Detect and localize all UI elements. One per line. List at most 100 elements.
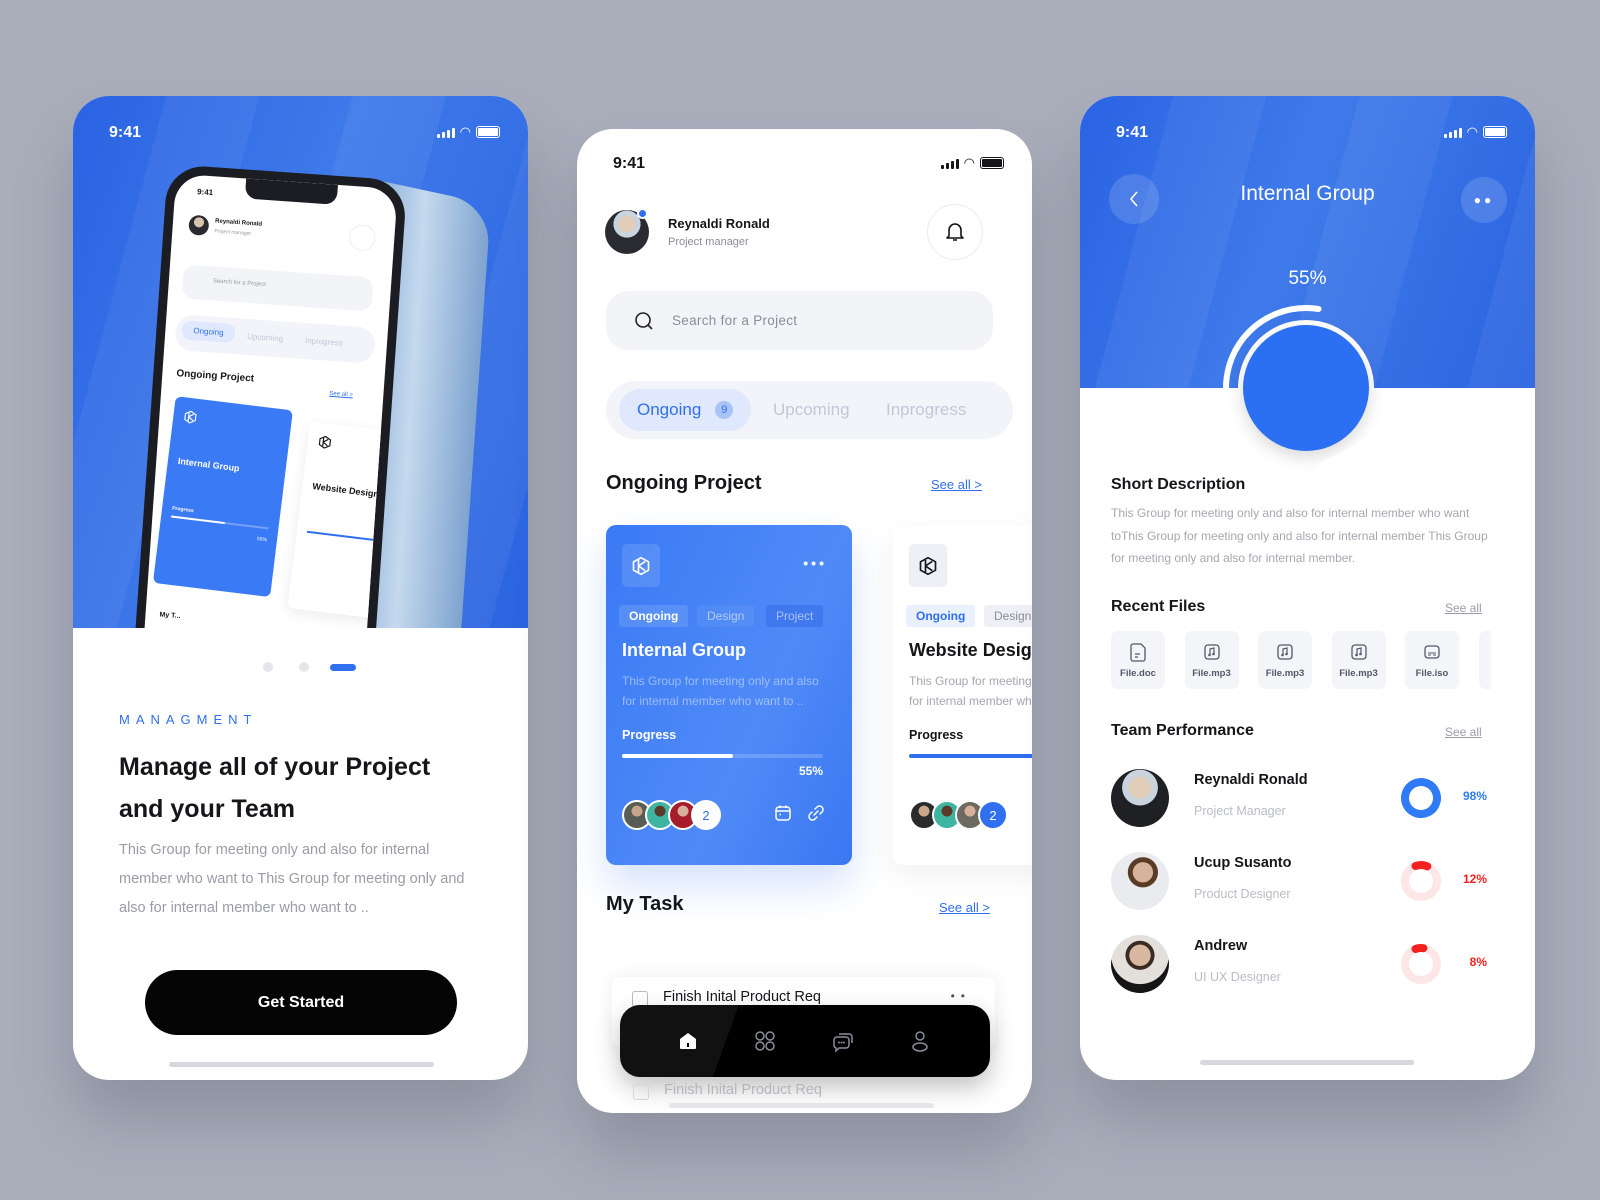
project-description: This Group for meeting only and also for …: [909, 671, 1032, 711]
bottom-navigation: [620, 1005, 990, 1077]
tag: Design: [697, 605, 755, 627]
performance-arc: [1401, 778, 1441, 818]
project-logo: [909, 544, 947, 587]
member-avatars[interactable]: 2: [909, 800, 1008, 830]
member-role: Project Manager: [1194, 804, 1286, 818]
bell-icon: [946, 223, 964, 241]
home-icon[interactable]: [676, 1029, 700, 1053]
status-icons: ◠: [940, 156, 1004, 169]
battery-icon: [980, 157, 1004, 169]
more-options-icon[interactable]: •••: [803, 555, 827, 571]
tab-ongoing[interactable]: Ongoing 9: [619, 389, 752, 431]
pager-dot[interactable]: [299, 662, 309, 672]
mockup-progress-text: 55%: [256, 536, 268, 544]
team-member-row[interactable]: Reynaldi Ronald Project Manager 98%: [1080, 769, 1535, 839]
user-role: Project manager: [668, 236, 749, 248]
member-name: Reynaldi Ronald: [1194, 772, 1308, 788]
progress-percent: 55%: [798, 764, 823, 778]
tag: Ongoing: [619, 605, 689, 627]
see-all-team-link[interactable]: See all: [1445, 725, 1482, 739]
search-placeholder: Search for a Project: [672, 313, 798, 328]
progress-bar: [909, 754, 1032, 758]
avatar: [1111, 769, 1169, 827]
project-logo: [622, 544, 660, 587]
profile-icon[interactable]: [908, 1029, 932, 1053]
see-all-tasks-link[interactable]: See all >: [939, 900, 990, 915]
description-line: This Group for meeting only and also: [622, 674, 819, 688]
pager-dot-active[interactable]: [330, 664, 356, 671]
music-file-icon: [1203, 643, 1220, 660]
signal-icon: [436, 128, 455, 138]
file-name: File.mp3: [1339, 667, 1378, 679]
search-input[interactable]: Search for a Project: [606, 291, 993, 350]
member-name: Andrew: [1194, 938, 1248, 954]
team-member-row[interactable]: Ucup Susanto Product Designer 12%: [1080, 852, 1535, 922]
wifi-icon: ◠: [459, 124, 471, 139]
team-member-row[interactable]: Andrew UI UX Designer 8%: [1080, 935, 1535, 1005]
section-title: Team Performance: [1111, 722, 1254, 739]
k-logo-icon: [918, 556, 938, 576]
tab-upcoming[interactable]: Upcoming: [773, 381, 850, 439]
chat-icon[interactable]: [831, 1029, 855, 1053]
file-tile[interactable]: File.doc: [1111, 631, 1165, 689]
file-tile[interactable]: File.iso: [1405, 631, 1459, 689]
project-card[interactable]: Ongoing Design Website Design This Group…: [893, 525, 1032, 865]
mockup-card-title: Internal Group: [177, 455, 241, 474]
status-icons: ◠: [436, 124, 500, 139]
project-tabs: Ongoing 9 Upcoming Inprogress: [606, 381, 1013, 439]
file-name: File.mp3: [1192, 667, 1231, 679]
mockup-tab: Ongoing: [180, 320, 237, 344]
member-role: UI UX Designer: [1194, 970, 1281, 984]
home-indicator: [669, 1103, 934, 1108]
grid-icon[interactable]: [753, 1029, 777, 1053]
pager-dot[interactable]: [263, 662, 273, 672]
member-name: Ucup Susanto: [1194, 855, 1292, 871]
progress-label: Progress: [622, 728, 677, 742]
signal-icon: [940, 159, 959, 169]
task-checkbox[interactable]: [633, 1084, 649, 1100]
group-detail-screen: 9:41 ◠ Internal Group ●● 55% Short Descr…: [1080, 96, 1535, 1080]
extra-members-count: 2: [691, 800, 721, 830]
tag: Design: [984, 605, 1032, 627]
file-name: File.iso: [1415, 667, 1449, 679]
notifications-button[interactable]: [927, 204, 983, 260]
get-started-button[interactable]: Get Started: [145, 970, 457, 1035]
disk-image-icon: [1424, 644, 1440, 659]
avatar: [1111, 935, 1169, 993]
file-tile[interactable]: File.mp3: [1331, 631, 1386, 689]
home-indicator: [1200, 1060, 1414, 1065]
k-logo-icon: [631, 556, 651, 576]
calendar-icon[interactable]: [774, 804, 792, 822]
progress-bar: [622, 754, 823, 758]
mockup-see-all: See all >: [329, 390, 354, 399]
mockup-section-title: Ongoing Project: [176, 368, 255, 385]
music-file-icon: [1277, 643, 1293, 660]
tab-inprogress[interactable]: Inprogress: [886, 381, 966, 439]
file-tile[interactable]: File.mp3: [1184, 631, 1239, 689]
see-all-projects-link[interactable]: See all >: [931, 477, 982, 492]
link-icon[interactable]: [807, 804, 825, 822]
hero-banner: 9:41 ◠ 9:41 Reynaldi Ronald Project mana…: [73, 96, 528, 628]
performance-percent: 12%: [1462, 872, 1487, 886]
eyebrow-label: MANAGMENT: [119, 712, 258, 727]
file-tile[interactable]: Fi: [1478, 631, 1491, 689]
onboarding-heading: Manage all of your Project and your Team: [119, 746, 430, 830]
mockup-card-title: Website Design: [311, 481, 380, 500]
file-tile[interactable]: File.mp3: [1258, 631, 1312, 689]
section-title: My Task: [606, 893, 684, 915]
document-icon: [1130, 642, 1146, 662]
task-label: Finish Inital Product Req: [663, 989, 821, 1005]
performance-donut: [1401, 861, 1441, 901]
member-avatars[interactable]: 2: [622, 800, 721, 830]
project-title: Website Design: [909, 640, 1032, 660]
search-icon: [635, 311, 653, 330]
description-line: for internal member who want to ..: [909, 694, 1032, 708]
project-card[interactable]: ••• Ongoing Design Project Internal Grou…: [606, 525, 852, 865]
description-line: for internal member who want to ..: [622, 694, 804, 708]
project-title: Internal Group: [622, 640, 747, 660]
status-time: 9:41: [613, 155, 646, 172]
tag: Ongoing: [906, 605, 976, 627]
recent-files-list: File.doc File.mp3 File.mp3 File.mp3 File.iso…: [1080, 96, 1491, 716]
file-name: File.mp3: [1265, 667, 1305, 679]
more-options-icon[interactable]: ••: [951, 989, 971, 1003]
